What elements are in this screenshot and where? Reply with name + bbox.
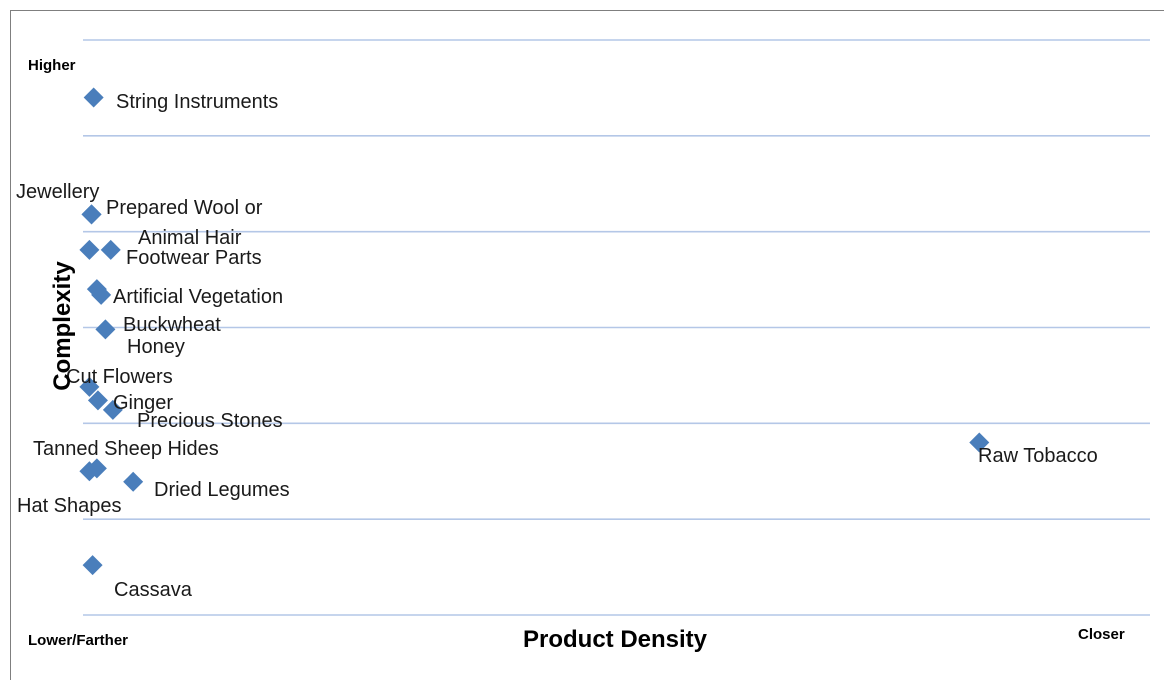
y-axis-title: Complexity [49, 261, 76, 391]
x-axis-title: Product Density [523, 626, 708, 653]
data-label: Cut Flowers [66, 366, 173, 388]
data-label: Buckwheat [123, 314, 221, 336]
gridlines [83, 39, 1150, 616]
data-label: Precious Stones [137, 410, 283, 432]
data-label: Raw Tobacco [978, 445, 1098, 467]
data-point [83, 87, 104, 108]
data-point [95, 319, 116, 340]
scatter-chart: String Instruments Jewellery Prepared Wool… [16, 39, 1150, 653]
data-label: Tanned Sheep Hides [33, 438, 219, 460]
data-point [81, 204, 102, 225]
x-axis-low-label: Lower/Farther [28, 632, 128, 649]
y-axis-high-label: Higher [28, 57, 76, 74]
data-label: Dried Legumes [154, 479, 290, 501]
data-label: Cassava [114, 579, 193, 601]
data-label: Hat Shapes [17, 495, 122, 517]
data-label: Prepared Wool or [106, 197, 263, 219]
data-label: Footwear Parts [126, 247, 262, 269]
data-label: Artificial Vegetation [113, 286, 283, 308]
point-labels: String Instruments Jewellery Prepared Wool… [16, 91, 1098, 601]
data-point [79, 239, 100, 260]
data-point [123, 471, 144, 492]
data-label: Jewellery [16, 181, 99, 203]
data-point [82, 555, 103, 576]
data-label: String Instruments [116, 91, 278, 113]
data-label: Honey [127, 336, 185, 358]
x-axis-high-label: Closer [1078, 626, 1125, 643]
data-label: Animal Hair [138, 227, 242, 249]
data-point [100, 239, 121, 260]
